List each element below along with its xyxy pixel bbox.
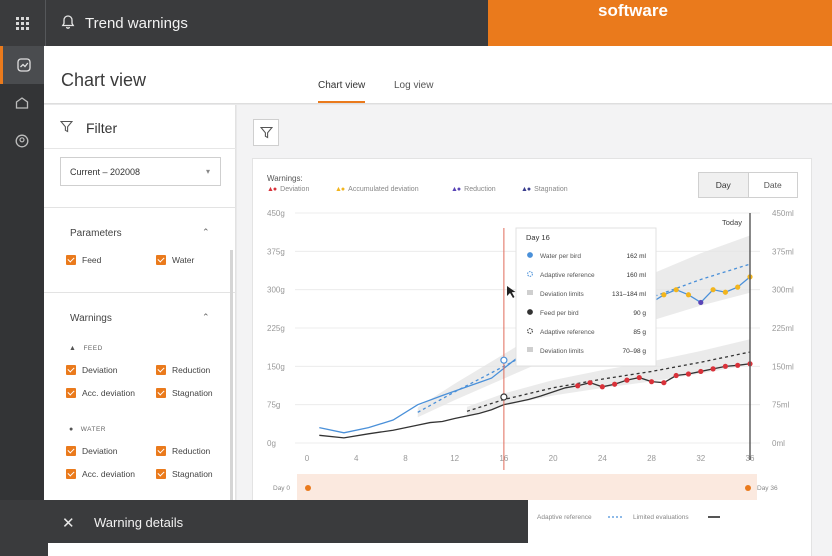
page-title: Chart view	[61, 70, 147, 90]
page-header: Chart view Chart view Log view	[44, 46, 832, 104]
app-frame: Trend warnings software Chart view Chart…	[0, 0, 832, 556]
toggle-day[interactable]: Day	[699, 173, 749, 197]
checkbox-water-reduction[interactable]: Reduction	[156, 446, 210, 456]
brand-text: software	[598, 1, 668, 20]
legend-acc-deviation[interactable]: ▲● Accumulated deviation	[335, 186, 419, 193]
checkbox-water[interactable]: Water	[156, 255, 194, 265]
filter-panel: Filter Current – 202008 ▾ Parameters ⌃ F…	[44, 105, 236, 525]
triangle-icon: ▲	[69, 345, 77, 352]
circle-icon: ●	[69, 426, 74, 433]
checkbox-feed-acc-deviation[interactable]: Acc. deviation	[66, 388, 135, 398]
bell-icon	[61, 15, 75, 29]
chart-card: Warnings: ▲● Deviation ▲● Accumulated devi…	[252, 158, 812, 556]
period-select[interactable]: Current – 202008 ▾	[60, 157, 221, 186]
filter-title: Filter	[86, 120, 118, 136]
house-icon	[15, 97, 29, 109]
checkbox-water-deviation[interactable]: Deviation	[66, 446, 117, 456]
collapse-parameters-icon[interactable]: ⌃	[202, 227, 210, 238]
chart-icon	[16, 58, 31, 72]
checkbox-feed-reduction[interactable]: Reduction	[156, 365, 210, 375]
legend-stagnation[interactable]: ▲● Stagnation	[521, 186, 568, 193]
filter-icon	[259, 126, 273, 139]
warnings-legend-label: Warnings:	[267, 174, 303, 183]
period-value: Current – 202008	[70, 167, 141, 177]
tab-log-view[interactable]: Log view	[394, 80, 433, 101]
chevron-down-icon: ▾	[205, 167, 210, 176]
reduction-marker-icon: ▲●	[451, 186, 461, 193]
filter-scrollbar[interactable]	[230, 250, 233, 510]
app-title: Trend warnings	[85, 15, 188, 32]
divider	[44, 292, 236, 293]
acc-deviation-marker-icon: ▲●	[335, 186, 345, 193]
tab-chart-view[interactable]: Chart view	[318, 80, 366, 103]
checkbox-feed[interactable]: Feed	[66, 255, 101, 265]
checkbox-water-stagnation[interactable]: Stagnation	[156, 469, 213, 479]
close-icon[interactable]: ✕	[62, 514, 75, 532]
divider	[44, 207, 236, 208]
apps-menu-button[interactable]	[0, 0, 46, 46]
filter-header: Filter	[44, 105, 236, 149]
rail-user[interactable]	[0, 122, 44, 160]
collapse-warnings-icon[interactable]: ⌃	[202, 312, 210, 323]
deviation-marker-icon: ▲●	[267, 186, 277, 193]
warning-details-title: Warning details	[94, 515, 184, 530]
feed-subheader: ▲ FEED	[69, 345, 103, 352]
rail-house[interactable]	[0, 84, 44, 122]
checkbox-feed-stagnation[interactable]: Stagnation	[156, 388, 213, 398]
legend-reduction[interactable]: ▲● Reduction	[451, 186, 496, 193]
main-area: Warnings: ▲● Deviation ▲● Accumulated devi…	[237, 105, 832, 556]
parameters-title: Parameters	[70, 228, 122, 239]
stagnation-marker-icon: ▲●	[521, 186, 531, 193]
toggle-date[interactable]: Date	[749, 173, 798, 197]
warning-details-body	[48, 543, 528, 556]
water-subheader: ● WATER	[69, 426, 106, 433]
toggle-filter-button[interactable]	[253, 119, 279, 146]
warnings-title: Warnings	[70, 313, 112, 324]
user-icon	[15, 134, 29, 148]
left-rail	[0, 46, 44, 556]
filter-icon	[60, 120, 73, 133]
checkbox-water-acc-deviation[interactable]: Acc. deviation	[66, 469, 135, 479]
apps-grid-icon	[16, 16, 29, 30]
checkbox-feed-deviation[interactable]: Deviation	[66, 365, 117, 375]
day-date-toggle: Day Date	[698, 172, 798, 198]
legend-deviation[interactable]: ▲● Deviation	[267, 186, 309, 193]
rail-chart[interactable]	[0, 46, 44, 84]
